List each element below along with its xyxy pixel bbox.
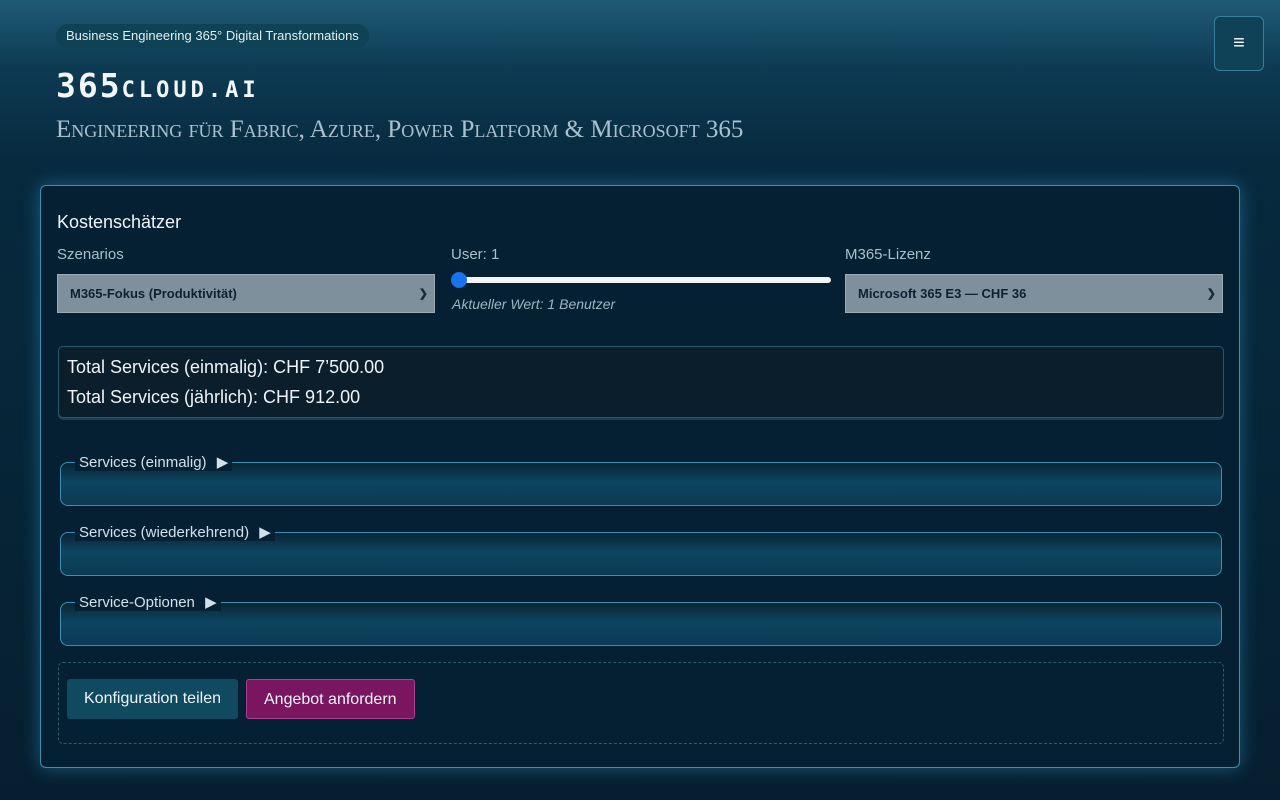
expand-arrow-icon: ▶ [259,524,271,541]
total-annual: Total Services (jährlich): CHF 912.00 [67,387,361,407]
brand-main: 365 [56,66,122,105]
menu-button[interactable]: ≡ [1214,16,1264,71]
section-services-one-time[interactable]: Services (einmalig) ▶ [60,453,1222,506]
brand-logo[interactable]: 365cloud.ai [56,66,260,105]
section-label: Services (wiederkehrend) [79,524,250,541]
section-header[interactable]: Service-Optionen ▶ [75,593,221,611]
chevron-down-icon: ❯ [1206,288,1216,300]
total-one-time: Total Services (einmalig): CHF 7’500.00 [67,357,385,377]
totals-box: Total Services (einmalig): CHF 7’500.00 … [58,346,1224,418]
page-subtitle: Engineering für Fabric, Azure, Power Pla… [56,116,744,143]
tagline-badge: Business Engineering 365° Digital Transf… [56,24,369,48]
request-offer-button[interactable]: Angebot anfordern [246,679,415,719]
section-header[interactable]: Services (wiederkehrend) ▶ [75,523,275,541]
section-service-options[interactable]: Service-Optionen ▶ [60,593,1222,646]
scenario-label: Szenarios [57,246,124,263]
estimator-title: Kostenschätzer [57,212,182,232]
users-current-value: Aktueller Wert: 1 Benutzer [452,296,616,312]
actions-bar: Konfiguration teilen Angebot anfordern [58,662,1224,744]
section-header[interactable]: Services (einmalig) ▶ [75,453,233,471]
cost-estimator-card: Kostenschätzer Szenarios M365-Fokus (Pro… [40,185,1240,768]
section-label: Services (einmalig) [79,454,207,471]
slider-thumb[interactable] [451,272,467,288]
chevron-down-icon: ❯ [418,288,428,300]
expand-arrow-icon: ▶ [216,454,229,471]
license-select[interactable]: Microsoft 365 E3 — CHF 36 ❯ [845,274,1223,313]
section-services-recurring[interactable]: Services (wiederkehrend) ▶ [60,523,1222,576]
license-select-value: Microsoft 365 E3 — CHF 36 [858,286,1027,301]
page-header: Business Engineering 365° Digital Transf… [56,24,1224,143]
expand-arrow-icon: ▶ [205,594,217,611]
section-label: Service-Optionen [79,594,195,611]
brand-suffix: cloud.ai [121,78,260,103]
scenario-select[interactable]: M365-Fokus (Produktivität) ❯ [57,274,435,313]
users-slider[interactable] [451,272,831,288]
users-label: User: 1 [451,246,500,263]
hamburger-icon: ≡ [1233,32,1245,54]
scenario-select-value: M365-Fokus (Produktivität) [70,286,237,301]
share-configuration-button[interactable]: Konfiguration teilen [67,679,238,719]
license-label: M365-Lizenz [845,246,931,263]
